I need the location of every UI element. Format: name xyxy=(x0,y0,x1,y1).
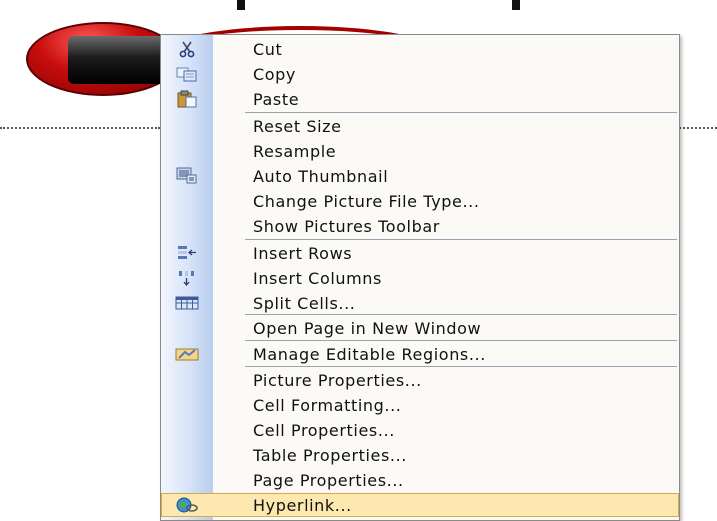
menu-item-auto-thumbnail[interactable]: Auto Thumbnail xyxy=(161,164,679,188)
menu-item-cell-properties[interactable]: Cell Properties... xyxy=(161,418,679,442)
menu-item-split-cells[interactable]: Split Cells... xyxy=(161,291,679,315)
menu-item-hyperlink[interactable]: Hyperlink... xyxy=(161,493,679,517)
menu-separator xyxy=(245,239,677,240)
page-mark xyxy=(237,0,245,10)
editable-regions-icon xyxy=(175,346,199,362)
menu-item-label: Paste xyxy=(253,89,300,109)
menu-item-label: Change Picture File Type... xyxy=(253,191,480,211)
hyperlink-globe-icon xyxy=(175,496,199,514)
menu-item-label: Cell Properties... xyxy=(253,420,395,440)
menu-item-label: Insert Rows xyxy=(253,243,353,263)
menu-item-label: Page Properties... xyxy=(253,470,404,490)
scissors-icon xyxy=(178,40,196,58)
insert-columns-icon xyxy=(176,269,198,287)
menu-item-table-properties[interactable]: Table Properties... xyxy=(161,443,679,467)
menu-item-label: Insert Columns xyxy=(253,268,382,288)
menu-item-label: Cell Formatting... xyxy=(253,395,402,415)
menu-item-paste[interactable]: Paste xyxy=(161,87,679,111)
menu-item-manage-editable-regions[interactable]: Manage Editable Regions... xyxy=(161,342,679,366)
menu-item-label: Manage Editable Regions... xyxy=(253,344,486,364)
menu-item-label: Picture Properties... xyxy=(253,370,422,390)
table-border-dotted xyxy=(679,127,717,129)
paste-icon xyxy=(176,90,198,108)
menu-item-cell-formatting[interactable]: Cell Formatting... xyxy=(161,393,679,417)
thumbnail-icon xyxy=(176,167,198,185)
page-mark xyxy=(512,0,520,10)
table-border-dotted xyxy=(0,127,160,129)
menu-item-label: Hyperlink... xyxy=(253,495,352,515)
menu-item-label: Auto Thumbnail xyxy=(253,166,389,186)
menu-item-copy[interactable]: Copy xyxy=(161,62,679,86)
menu-item-label: Copy xyxy=(253,64,296,84)
menu-item-label: Cut xyxy=(253,39,283,59)
menu-separator xyxy=(245,340,677,341)
menu-item-insert-rows[interactable]: Insert Rows xyxy=(161,241,679,265)
menu-item-reset-size[interactable]: Reset Size xyxy=(161,114,679,138)
menu-item-label: Resample xyxy=(253,141,337,161)
menu-item-page-properties[interactable]: Page Properties... xyxy=(161,468,679,492)
menu-item-change-picture-file-type[interactable]: Change Picture File Type... xyxy=(161,189,679,213)
menu-item-open-page-new-window[interactable]: Open Page in New Window xyxy=(161,316,679,340)
menu-separator xyxy=(245,366,677,367)
menu-item-label: Reset Size xyxy=(253,116,342,136)
menu-item-label: Table Properties... xyxy=(253,445,407,465)
menu-item-cut[interactable]: Cut xyxy=(161,37,679,61)
menu-item-resample[interactable]: Resample xyxy=(161,139,679,163)
split-cells-icon xyxy=(175,295,199,311)
menu-item-picture-properties[interactable]: Picture Properties... xyxy=(161,368,679,392)
insert-rows-icon xyxy=(176,244,198,262)
context-menu: Cut Copy Paste Reset Size Resample Auto … xyxy=(160,34,680,521)
menu-separator xyxy=(245,112,677,113)
menu-item-label: Open Page in New Window xyxy=(253,318,482,338)
menu-item-label: Show Pictures Toolbar xyxy=(253,216,440,236)
copy-icon xyxy=(176,66,198,82)
menu-item-insert-columns[interactable]: Insert Columns xyxy=(161,266,679,290)
menu-item-show-pictures-toolbar[interactable]: Show Pictures Toolbar xyxy=(161,214,679,238)
menu-item-label: Split Cells... xyxy=(253,293,356,313)
